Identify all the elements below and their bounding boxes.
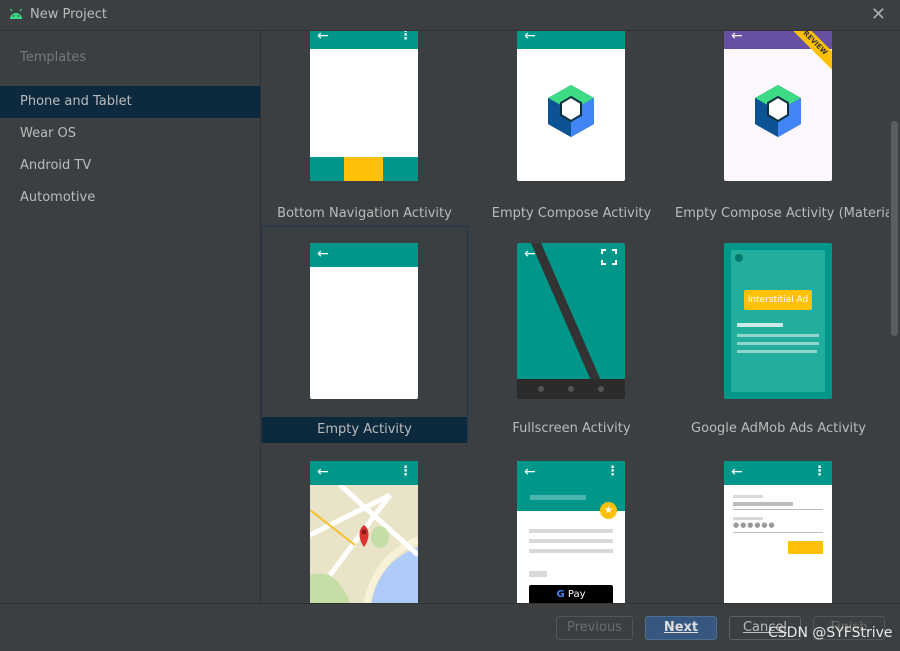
overflow-menu-icon: ⋮ — [606, 464, 619, 479]
template-bottom-navigation-activity[interactable]: ← ⋮ Bottom Navigation Activity — [261, 31, 468, 226]
jetpack-compose-logo-icon — [548, 85, 594, 137]
template-label: Fullscreen Activity — [512, 421, 631, 436]
sign-in-button — [788, 541, 823, 554]
google-pay-button: G Pay — [529, 585, 613, 603]
template-empty-compose-activity-material3[interactable]: ← PREVIEW Empty Compose Activity (Materi… — [675, 31, 889, 226]
field-underline — [733, 509, 823, 510]
close-icon[interactable]: ✕ — [871, 4, 886, 25]
template-thumbnail: ← ⋮ ●●●●●● — [724, 461, 832, 603]
overflow-menu-icon: ⋮ — [813, 464, 826, 479]
text-line — [529, 529, 613, 533]
template-google-admob-ads-activity[interactable]: Interstitial Ad Google AdMob Ads Activit… — [675, 226, 882, 443]
template-empty-activity[interactable]: ← Empty Activity — [261, 226, 468, 443]
template-thumbnail: ← ⋮ — [310, 31, 418, 181]
template-empty-compose-activity[interactable]: ← Empty Compose Activity — [468, 31, 675, 226]
template-label: Bottom Navigation Activity — [277, 206, 452, 221]
bottom-nav-selected-item — [344, 157, 383, 181]
text-line — [529, 549, 613, 553]
sidebar-item-wear-os[interactable]: Wear OS — [0, 118, 260, 150]
template-gallery: ← ⋮ Bottom Navigation Activity ← Empty C… — [261, 31, 889, 603]
app-bar: ← — [517, 31, 625, 49]
previous-button[interactable]: Previous — [556, 616, 633, 640]
android-icon — [10, 8, 22, 19]
template-thumbnail: ← — [517, 243, 625, 399]
fullscreen-icon — [601, 249, 617, 265]
app-bar: ← — [310, 243, 418, 267]
dialog-footer: Previous Next Cancel Finish — [0, 603, 900, 651]
ad-text-line — [737, 342, 819, 345]
fullscreen-diagonal-graphic — [517, 243, 625, 399]
template-fullscreen-activity[interactable]: ← Fullscreen Activity — [468, 226, 675, 443]
templates-sidebar: Templates Phone and Tablet Wear OS Andro… — [0, 31, 261, 603]
ad-card: Interstitial Ad — [731, 250, 825, 392]
next-button-label: Next — [663, 620, 699, 635]
template-thumbnail: ← — [517, 31, 625, 181]
back-arrow-icon: ← — [317, 464, 329, 480]
jetpack-compose-logo-icon — [755, 85, 801, 137]
template-thumbnail: ← ⋮ — [310, 461, 418, 603]
watermark-text: CSDN @SYFStrive — [768, 625, 893, 641]
back-arrow-icon: ← — [731, 31, 743, 44]
app-bar: ← ⋮ — [310, 461, 418, 485]
template-thumbnail: ← ⋮ ★ G Pay — [517, 461, 625, 603]
template-label: Empty Activity — [262, 417, 467, 443]
text-line — [529, 571, 547, 577]
map-graphic — [310, 485, 418, 603]
field-label — [733, 495, 763, 498]
interstitial-ad-label: Interstitial Ad — [744, 290, 812, 310]
template-thumbnail: ← PREVIEW — [724, 31, 832, 181]
template-login-activity[interactable]: ← ⋮ ●●●●●● — [675, 444, 882, 603]
template-label: Empty Compose Activity — [491, 206, 652, 221]
sidebar-item-android-tv[interactable]: Android TV — [0, 150, 260, 182]
ad-text-line — [737, 323, 783, 327]
back-arrow-icon: ← — [317, 31, 329, 44]
field-label — [733, 517, 763, 520]
bottom-nav-bar — [310, 157, 418, 181]
username-field — [733, 502, 793, 506]
text-line — [529, 539, 613, 543]
password-field: ●●●●●● — [733, 521, 776, 529]
sidebar-item-phone-and-tablet[interactable]: Phone and Tablet — [0, 86, 260, 118]
gallery-scrollbar[interactable] — [889, 31, 900, 603]
back-arrow-icon: ← — [524, 246, 536, 262]
ad-text-line — [737, 334, 819, 337]
ad-dot — [735, 254, 743, 262]
template-google-maps-activity[interactable]: ← ⋮ — [261, 444, 468, 603]
star-fab-icon: ★ — [600, 502, 617, 519]
back-arrow-icon: ← — [524, 464, 536, 480]
back-arrow-icon: ← — [317, 246, 329, 262]
ad-text-line — [737, 350, 817, 353]
app-bar: ← ⋮ — [724, 461, 832, 485]
appbar-title-placeholder — [530, 495, 586, 500]
template-label: Empty Compose Activity (Material3) — [675, 206, 889, 221]
template-thumbnail: ← — [310, 243, 418, 399]
overflow-menu-icon: ⋮ — [399, 464, 412, 479]
template-google-pay-activity[interactable]: ← ⋮ ★ G Pay — [468, 444, 675, 603]
pay-label: Pay — [567, 589, 586, 600]
field-underline — [733, 532, 823, 533]
template-thumbnail: Interstitial Ad — [724, 243, 832, 399]
template-label: Google AdMob Ads Activity — [691, 421, 866, 436]
overflow-menu-icon: ⋮ — [399, 31, 412, 43]
sidebar-header: Templates — [20, 50, 87, 65]
scrollbar-thumb[interactable] — [891, 121, 898, 336]
app-bar: ← ⋮ — [310, 31, 418, 49]
back-arrow-icon: ← — [731, 464, 743, 480]
sidebar-item-automotive[interactable]: Automotive — [0, 182, 260, 214]
title-bar: New Project ✕ — [0, 0, 900, 31]
back-arrow-icon: ← — [524, 31, 536, 44]
window-title: New Project — [30, 7, 107, 22]
next-button[interactable]: Next — [645, 616, 717, 640]
